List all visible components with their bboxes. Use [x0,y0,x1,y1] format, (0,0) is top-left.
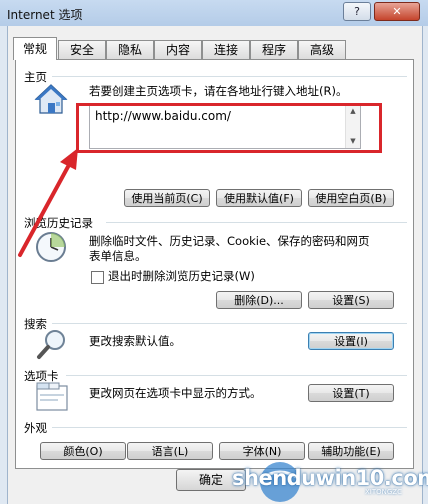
annotation-arrow-icon [18,148,78,257]
watermark-text: shenduwin10.com [232,466,428,490]
tab-general[interactable]: 常规 [13,37,57,60]
watermark-subtext: XITONGZC [365,488,402,496]
